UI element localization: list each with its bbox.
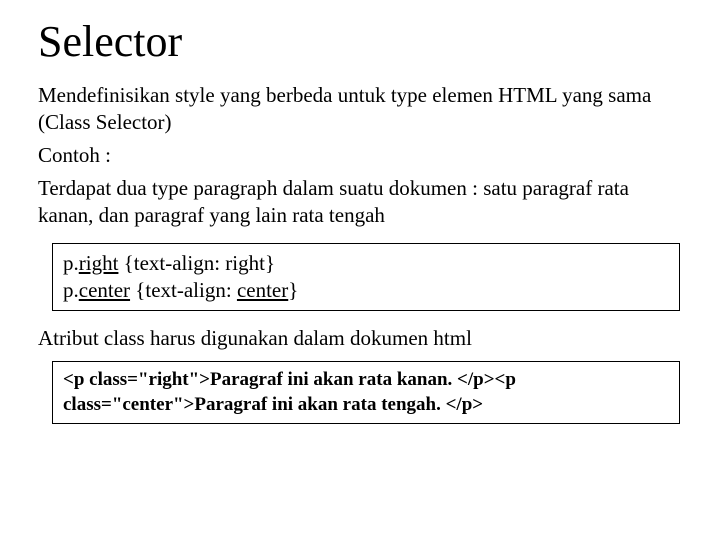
css-line-2: p.center {text-align: center} xyxy=(63,277,669,304)
css-underline: right xyxy=(79,251,119,275)
slide-title: Selector xyxy=(38,18,680,66)
css-text: p. xyxy=(63,251,79,275)
intro-paragraph: Mendefinisikan style yang berbeda untuk … xyxy=(38,82,680,136)
example-description: Terdapat dua type paragraph dalam suatu … xyxy=(38,175,680,229)
contoh-label: Contoh : xyxy=(38,142,680,169)
css-text: p. xyxy=(63,278,79,302)
css-code-box: p.right {text-align: right} p.center {te… xyxy=(52,243,680,311)
html-code-box: <p class="right">Paragraf ini akan rata … xyxy=(52,361,680,424)
css-text: } xyxy=(288,278,298,302)
css-underline: center xyxy=(79,278,130,302)
class-attribute-note: Atribut class harus digunakan dalam doku… xyxy=(38,325,680,352)
css-text: {text-align: right} xyxy=(118,251,275,275)
css-underline: center xyxy=(237,278,288,302)
css-line-1: p.right {text-align: right} xyxy=(63,250,669,277)
css-text: {text-align: xyxy=(130,278,237,302)
slide: Selector Mendefinisikan style yang berbe… xyxy=(0,0,718,444)
html-code-text: <p class="right">Paragraf ini akan rata … xyxy=(63,369,516,414)
